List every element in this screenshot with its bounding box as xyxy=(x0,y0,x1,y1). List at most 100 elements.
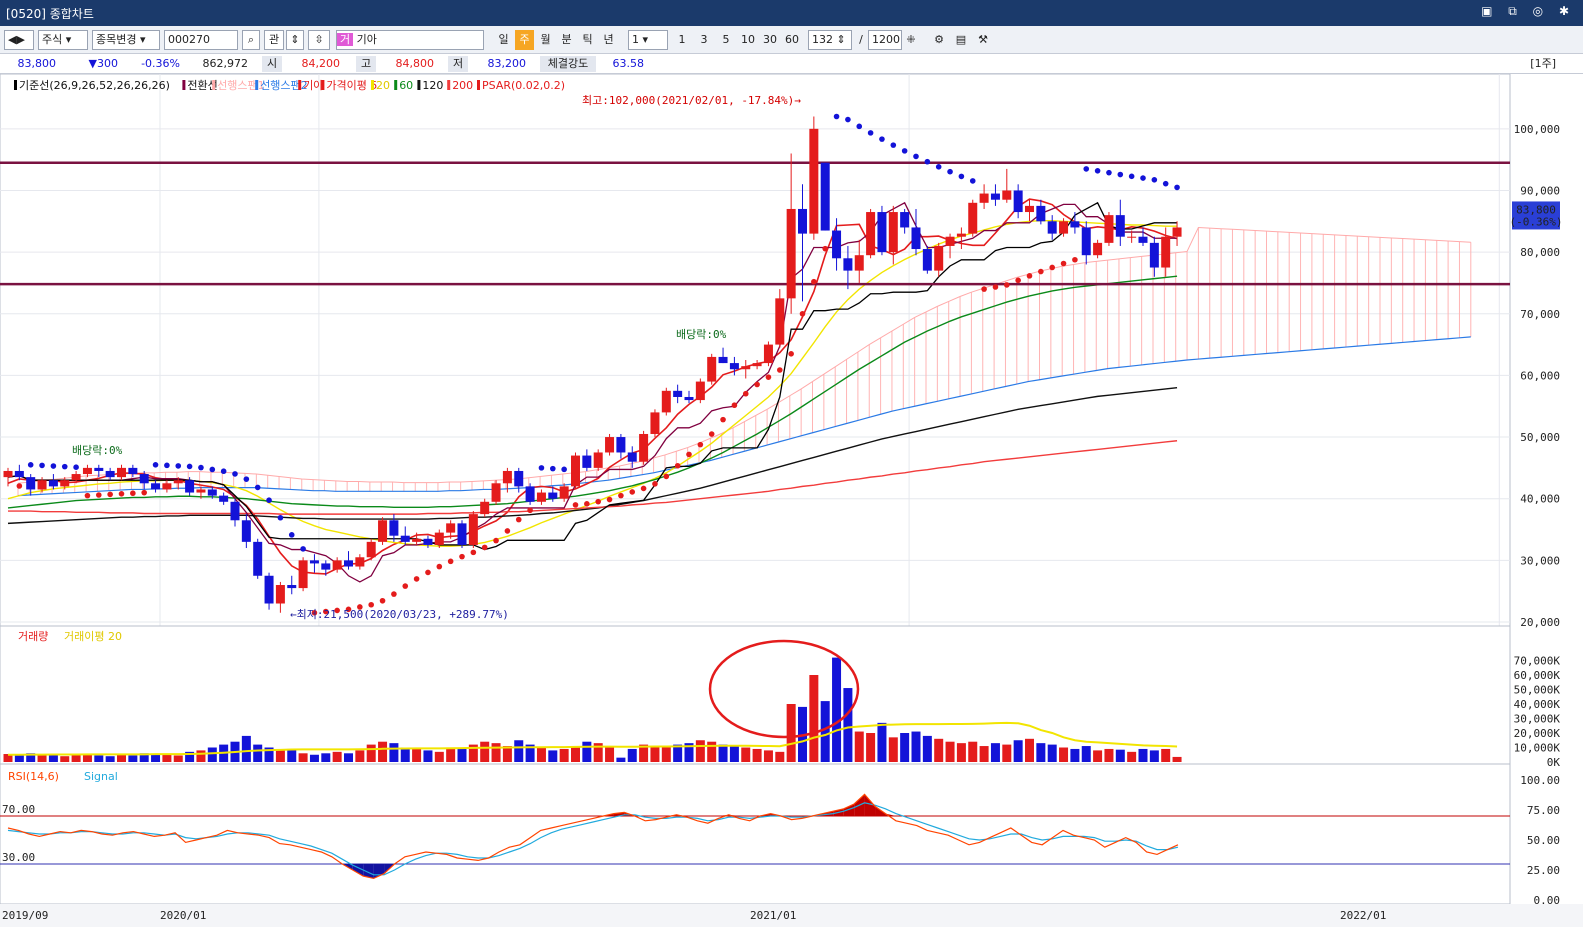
sar-dot xyxy=(1083,166,1090,172)
volume-bar xyxy=(1161,748,1171,762)
candle-body xyxy=(491,483,501,502)
tools-icon[interactable]: ⚒ xyxy=(974,30,992,50)
change-item-select[interactable]: 종목변경 ▾ xyxy=(92,30,160,50)
sar-dot xyxy=(152,462,159,468)
candle-body xyxy=(718,356,728,364)
search-icon[interactable]: ⌕ xyxy=(242,30,260,50)
price-tick-label: 60,000 xyxy=(1520,369,1560,382)
legend-swatch xyxy=(371,80,374,90)
legend-label: 기아 xyxy=(303,79,323,92)
sar-dot xyxy=(833,113,840,120)
legend-swatch xyxy=(394,80,398,90)
interval-value: 1 xyxy=(632,33,639,46)
candle-body xyxy=(37,480,47,490)
candle-body xyxy=(1138,236,1148,243)
volume-bar xyxy=(718,744,728,762)
legend-label: PSAR(0.02,0.2) xyxy=(482,79,565,92)
window-controls[interactable]: ▣ ⧉ ◎ ✱ xyxy=(1481,4,1575,19)
period-tab-1[interactable]: 주 xyxy=(515,30,534,50)
sar-dot xyxy=(379,597,386,604)
sar-dot xyxy=(992,284,999,290)
low-annotation: ←최저:21,500(2020/03/23, +289.77%) xyxy=(290,608,509,621)
period-tab-4[interactable]: 틱 xyxy=(578,30,597,50)
candle-body xyxy=(502,470,512,484)
candle-body xyxy=(1036,205,1046,222)
sar-dot xyxy=(674,462,681,469)
period-tab-0[interactable]: 일 xyxy=(494,30,513,50)
quick-interval-3[interactable]: 3 xyxy=(694,30,714,50)
candle-body xyxy=(877,212,887,253)
candle-body xyxy=(582,455,592,468)
chart-area[interactable]: 100,000 90,000 80,000 70,000 60,000 50,000 40,… xyxy=(0,74,1583,927)
volume-bar xyxy=(582,741,592,762)
quick-interval-1[interactable]: 1 xyxy=(672,30,692,50)
sar-dot xyxy=(470,549,477,556)
candle-body xyxy=(1059,221,1069,234)
sar-dot xyxy=(300,546,306,552)
volume-bar xyxy=(117,754,126,762)
low-label: 저 xyxy=(448,56,468,72)
sar-dot xyxy=(16,483,23,489)
candle-body xyxy=(207,489,217,496)
legend-label: 60 xyxy=(399,79,413,92)
stock-code-input[interactable]: 000270 xyxy=(164,30,238,50)
volume-bar xyxy=(423,750,433,762)
spin-icon[interactable]: ⇳ xyxy=(308,30,330,50)
candle-body xyxy=(162,483,172,490)
volume-bar xyxy=(321,753,331,762)
volume-bar xyxy=(1081,746,1091,762)
legend-label: 가격이평 5 xyxy=(326,79,377,92)
candle-body xyxy=(139,474,149,484)
quick-interval-60[interactable]: 60 xyxy=(782,30,802,50)
prev-next-arrows[interactable]: ◀▶ xyxy=(4,30,34,50)
count-stepper[interactable]: 132 ⇕ xyxy=(808,30,852,50)
candle-body xyxy=(468,514,478,545)
volume-legend-label: 거래량 xyxy=(18,630,48,643)
quick-interval-30[interactable]: 30 xyxy=(760,30,780,50)
volume-bar xyxy=(389,743,399,762)
interval-select[interactable]: 1 ▾ xyxy=(628,30,668,50)
sar-dot xyxy=(958,173,965,180)
legend-swatch xyxy=(212,80,216,90)
high-value: 84,800 xyxy=(395,57,435,70)
period-tab-2[interactable]: 월 xyxy=(536,30,555,50)
market-select[interactable]: 주식 ▾ xyxy=(38,30,88,50)
sar-dot xyxy=(1072,256,1078,263)
save-icon[interactable]: ▤ xyxy=(952,30,970,50)
sar-dot xyxy=(515,516,522,523)
period-tab-3[interactable]: 분 xyxy=(557,30,576,50)
sar-dot xyxy=(1004,282,1010,288)
chart-icon[interactable]: ⇕ xyxy=(286,30,304,50)
sar-dot xyxy=(1128,173,1135,180)
legend-swatch xyxy=(298,80,302,90)
rsi-tick-label: 25.00 xyxy=(1527,864,1560,877)
candle-body xyxy=(309,560,319,564)
candle-body xyxy=(809,128,819,234)
sar-dot xyxy=(606,496,613,503)
settings-icon[interactable]: ⚙ xyxy=(930,30,948,50)
candle-body xyxy=(650,412,660,434)
quick-interval-10[interactable]: 10 xyxy=(738,30,758,50)
sar-dot xyxy=(879,136,885,142)
sar-dot xyxy=(799,310,806,317)
period-tab-5[interactable]: 년 xyxy=(599,30,618,50)
volume-bar xyxy=(1172,756,1182,762)
sar-dot xyxy=(708,431,715,437)
volume-axis: 70,000K60,000K 50,000K40,000K 30,000K20,00… xyxy=(1514,655,1561,770)
sar-dot xyxy=(584,501,590,507)
stock-name-field[interactable]: 거 기아 xyxy=(336,30,484,50)
related-button[interactable]: 관 xyxy=(264,30,284,50)
sar-dot xyxy=(481,544,488,551)
grid-icon[interactable]: ⁜ xyxy=(904,30,918,50)
volume-bar xyxy=(866,733,876,762)
total-count-field[interactable]: 1200 xyxy=(868,30,902,50)
change-item-label: 종목변경 xyxy=(96,33,137,46)
volume-bar xyxy=(1138,748,1148,762)
candle-body xyxy=(888,212,898,253)
candle-body xyxy=(548,492,558,499)
volume-bar xyxy=(888,737,898,762)
candle-body xyxy=(866,212,876,256)
sar-dot xyxy=(1049,264,1055,271)
quick-interval-5[interactable]: 5 xyxy=(716,30,736,50)
price-axis: 100,000 90,000 80,000 70,000 60,000 50,000 40,… xyxy=(1510,123,1563,629)
